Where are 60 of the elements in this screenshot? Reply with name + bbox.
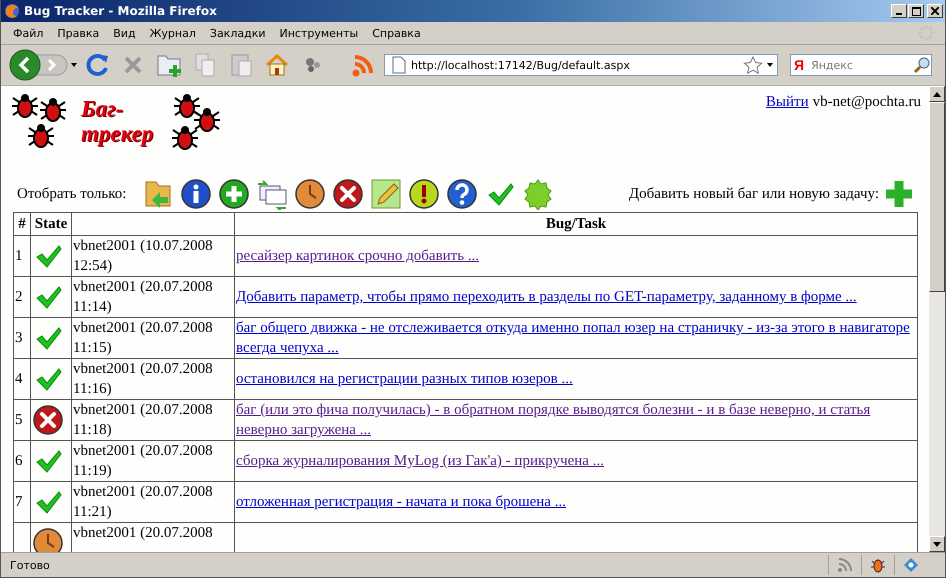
menu-item[interactable]: Вид bbox=[107, 26, 144, 40]
author-date: vbnet2001 (20.07.2008 11:18) bbox=[73, 402, 213, 438]
maximize-icon bbox=[912, 6, 920, 16]
author-date: vbnet2001 (20.07.2008 11:16) bbox=[73, 361, 213, 397]
menu-item[interactable]: Файл bbox=[7, 26, 52, 40]
task-link[interactable]: баг общего движка - не отслеживается откуда именно попал юзер на страничку - из-за этого в навигаторе всегда чепуха ... bbox=[236, 318, 916, 358]
search-bar[interactable]: Я Яндекс bbox=[790, 54, 932, 76]
row-number: 2 bbox=[15, 289, 22, 305]
author-date: vbnet2001 (20.07.2008 11:14) bbox=[73, 279, 213, 315]
add-label: Добавить новый баг или новую задачу: bbox=[628, 186, 879, 202]
logo-text: Баг- трекер bbox=[81, 96, 154, 146]
menu-item[interactable]: Инструменты bbox=[274, 26, 366, 40]
clock-icon[interactable] bbox=[294, 178, 326, 210]
author-date: vbnet2001 (20.07.2008 bbox=[73, 525, 213, 541]
user-email: vb-net@pochta.ru bbox=[812, 94, 921, 111]
exclamation-icon[interactable] bbox=[408, 178, 440, 210]
plus-icon[interactable] bbox=[218, 178, 250, 210]
maximize-button[interactable] bbox=[908, 4, 924, 18]
filter-label: Отобрать только: bbox=[17, 186, 126, 202]
cards-exchange-icon[interactable] bbox=[256, 178, 288, 210]
author-date: vbnet2001 (20.07.2008 11:15) bbox=[73, 320, 213, 356]
row-number: 5 bbox=[15, 412, 22, 428]
column-header: Bug/Task bbox=[234, 212, 918, 236]
row-number: 6 bbox=[15, 453, 22, 469]
info-icon[interactable] bbox=[180, 178, 212, 210]
page-icon bbox=[391, 56, 407, 74]
up-arrow-icon[interactable] bbox=[933, 92, 941, 96]
column-header: # bbox=[14, 212, 30, 236]
address-bar[interactable]: http://localhost:17142/Bug/default.aspx bbox=[384, 54, 778, 76]
task-link[interactable]: баг (или это фича получилась) - в обратном порядке выводятся болезни - и в базе неверно, и статья неверно загружена ... bbox=[236, 400, 916, 440]
row-number: 7 bbox=[15, 494, 22, 510]
location-icon[interactable] bbox=[903, 557, 919, 573]
scrollbar[interactable] bbox=[929, 86, 945, 552]
column-header: State bbox=[30, 212, 72, 236]
author-date: vbnet2001 (10.07.2008 12:54) bbox=[73, 238, 213, 274]
question-icon[interactable] bbox=[446, 178, 478, 210]
window-title: Bug Tracker - Mozilla Firefox bbox=[24, 4, 218, 18]
search-engine-logo[interactable]: Я bbox=[791, 57, 808, 73]
row-number: 3 bbox=[15, 330, 22, 346]
menu-item[interactable]: Закладки bbox=[204, 26, 274, 40]
close-icon bbox=[931, 7, 939, 15]
search-field[interactable]: Яндекс bbox=[807, 58, 913, 72]
menu-item[interactable]: Журнал bbox=[144, 26, 204, 40]
author-date: vbnet2001 (20.07.2008 11:19) bbox=[73, 443, 213, 479]
row-number: 1 bbox=[15, 248, 22, 264]
row-number: 4 bbox=[15, 371, 22, 387]
logout-link[interactable]: Выйти bbox=[766, 94, 809, 111]
address-field[interactable]: http://localhost:17142/Bug/default.aspx bbox=[407, 58, 743, 72]
star-icon[interactable] bbox=[743, 56, 763, 74]
search-icon[interactable] bbox=[913, 56, 931, 74]
down-arrow-icon[interactable] bbox=[933, 542, 941, 546]
cancel-icon[interactable] bbox=[332, 178, 364, 210]
minimize-button[interactable] bbox=[891, 4, 907, 18]
close-button[interactable] bbox=[927, 4, 943, 18]
pencil-note-icon[interactable] bbox=[370, 178, 402, 210]
back-forward-buttons-icon[interactable] bbox=[9, 49, 79, 81]
menu-item[interactable]: Справка bbox=[366, 26, 429, 40]
menu-item[interactable]: Правка bbox=[51, 26, 108, 40]
status-text: Готово bbox=[10, 558, 51, 572]
author-date: vbnet2001 (20.07.2008 11:21) bbox=[73, 484, 213, 520]
